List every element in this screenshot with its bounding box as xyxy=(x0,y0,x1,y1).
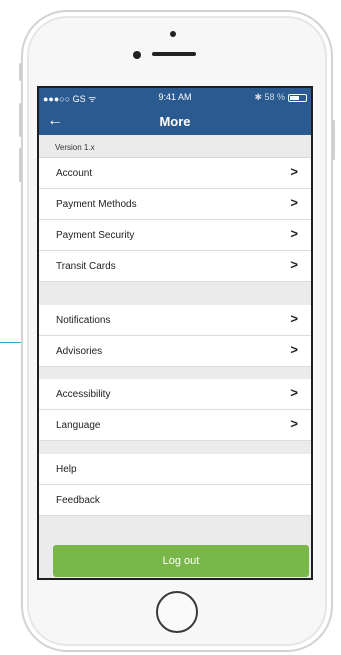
menu-item-payment-security[interactable]: Payment Security > xyxy=(39,220,311,251)
menu-item-notifications[interactable]: Notifications > xyxy=(39,305,311,336)
camera-icon xyxy=(170,31,176,37)
battery-percent: ✱ 58 % xyxy=(254,92,285,102)
chevron-right-icon: > xyxy=(290,195,298,210)
menu-item-account[interactable]: Account > xyxy=(39,158,311,189)
menu-item-label: Language xyxy=(56,420,101,431)
menu-item-label: Transit Cards xyxy=(56,261,116,272)
chevron-right-icon: > xyxy=(290,416,298,431)
menu-item-label: Help xyxy=(56,464,77,475)
menu-item-language[interactable]: Language > xyxy=(39,410,311,441)
front-camera-icon xyxy=(133,51,141,59)
menu-item-label: Feedback xyxy=(56,495,100,506)
battery-fill xyxy=(290,96,299,100)
menu-item-advisories[interactable]: Advisories > xyxy=(39,336,311,367)
logout-button[interactable]: Log out xyxy=(53,545,309,577)
chevron-right-icon: > xyxy=(290,226,298,241)
version-label: Version 1.x xyxy=(39,135,311,158)
speaker-grille xyxy=(152,52,196,56)
power-button xyxy=(332,120,335,160)
menu-item-label: Advisories xyxy=(56,346,103,357)
chevron-right-icon: > xyxy=(290,164,298,179)
menu-item-label: Account xyxy=(56,168,93,179)
volume-down-button xyxy=(19,148,22,182)
menu-item-help[interactable]: Help xyxy=(39,454,311,485)
menu-item-label: Payment Security xyxy=(56,230,135,241)
menu-item-accessibility[interactable]: Accessibility > xyxy=(39,379,311,410)
nav-bar: ← More xyxy=(39,108,311,135)
menu-item-label: Payment Methods xyxy=(56,199,137,210)
menu-item-payment-methods[interactable]: Payment Methods > xyxy=(39,189,311,220)
chevron-right-icon: > xyxy=(290,257,298,272)
volume-up-button xyxy=(19,103,22,137)
menu-item-label: Accessibility xyxy=(56,389,111,400)
menu-item-feedback[interactable]: Feedback xyxy=(39,485,311,516)
menu-item-label: Notifications xyxy=(56,315,111,326)
page-title: More xyxy=(159,114,191,129)
chevron-right-icon: > xyxy=(290,311,298,326)
menu-item-transit-cards[interactable]: Transit Cards > xyxy=(39,251,311,282)
mute-switch xyxy=(19,63,22,81)
chevron-right-icon: > xyxy=(290,385,298,400)
battery-icon xyxy=(288,94,307,102)
home-button[interactable] xyxy=(156,591,198,633)
chevron-right-icon: > xyxy=(290,342,298,357)
phone-screen: ●●●○○ GS ᯤ 9:41 AM ✱ 58 % ← More Version… xyxy=(37,86,313,580)
status-bar: ●●●○○ GS ᯤ 9:41 AM ✱ 58 % xyxy=(39,88,311,108)
